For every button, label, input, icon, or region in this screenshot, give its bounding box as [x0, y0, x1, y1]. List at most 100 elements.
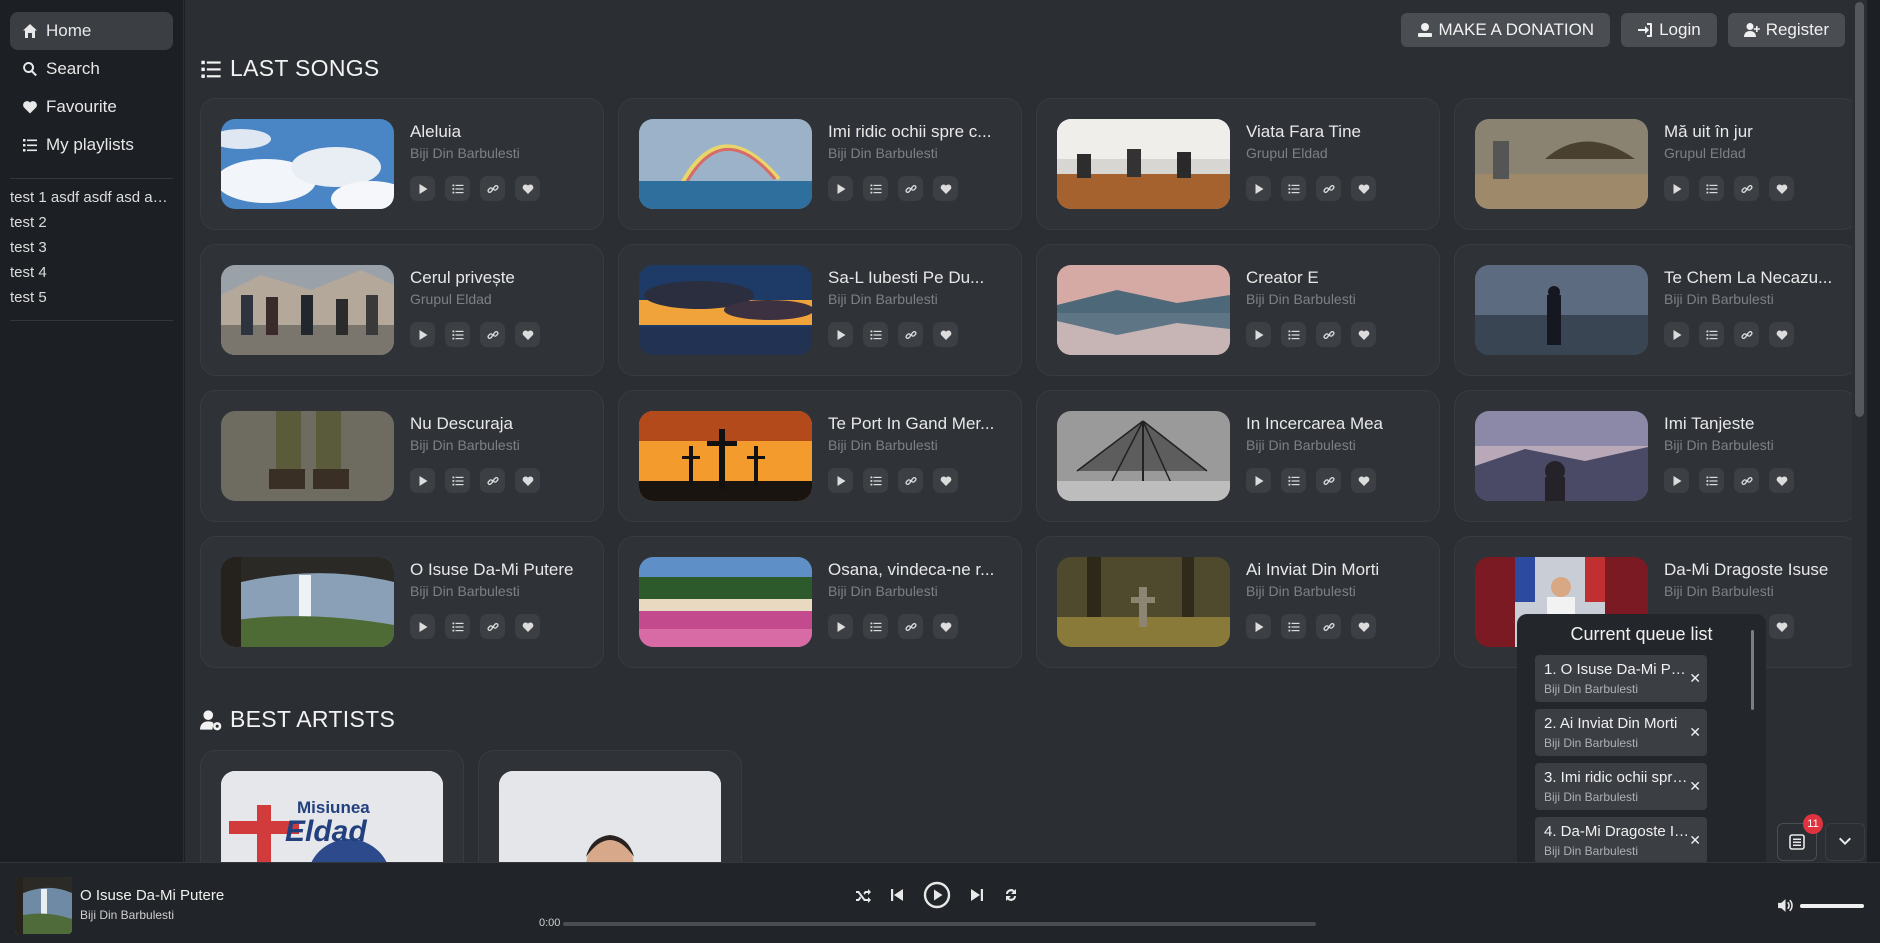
song-card[interactable]: Sa-L Iubesti Pe Du... Biji Din Barbulesti — [618, 244, 1022, 376]
song-artist[interactable]: Biji Din Barbulesti — [410, 583, 583, 599]
song-title[interactable]: Da-Mi Dragoste Isuse — [1664, 560, 1837, 580]
previous-icon[interactable] — [889, 887, 905, 903]
play-button[interactable] — [410, 614, 435, 639]
playlist-item[interactable]: test 2 — [10, 210, 173, 235]
song-thumbnail[interactable] — [1475, 119, 1648, 209]
song-thumbnail[interactable] — [1475, 411, 1648, 501]
song-thumbnail[interactable] — [221, 557, 394, 647]
queue-remove-icon[interactable]: ✕ — [1689, 778, 1701, 795]
song-title[interactable]: Cerul privește — [410, 268, 583, 288]
copy-link-button[interactable] — [1316, 322, 1341, 347]
song-artist[interactable]: Biji Din Barbulesti — [828, 583, 1001, 599]
copy-link-button[interactable] — [480, 176, 505, 201]
favourite-button[interactable] — [515, 322, 540, 347]
song-title[interactable]: Te Chem La Necazu... — [1664, 268, 1837, 288]
song-artist[interactable]: Biji Din Barbulesti — [1246, 437, 1419, 453]
add-to-playlist-button[interactable] — [863, 322, 888, 347]
copy-link-button[interactable] — [898, 468, 923, 493]
copy-link-button[interactable] — [898, 176, 923, 201]
add-to-playlist-button[interactable] — [1699, 176, 1724, 201]
favourite-button[interactable] — [1351, 468, 1376, 493]
song-artist[interactable]: Biji Din Barbulesti — [410, 437, 583, 453]
song-thumbnail[interactable] — [639, 411, 812, 501]
song-card[interactable]: Te Port In Gand Mer... Biji Din Barbulest… — [618, 390, 1022, 522]
copy-link-button[interactable] — [1734, 176, 1759, 201]
add-to-playlist-button[interactable] — [1281, 322, 1306, 347]
add-to-playlist-button[interactable] — [863, 176, 888, 201]
add-to-playlist-button[interactable] — [1699, 468, 1724, 493]
song-card[interactable]: O Isuse Da-Mi Putere Biji Din Barbulesti — [200, 536, 604, 668]
song-thumbnail[interactable] — [221, 119, 394, 209]
song-artist[interactable]: Biji Din Barbulesti — [410, 145, 583, 161]
favourite-button[interactable] — [1769, 614, 1794, 639]
copy-link-button[interactable] — [1734, 322, 1759, 347]
queue-scrollbar[interactable] — [1751, 630, 1754, 710]
volume-button[interactable] — [1777, 897, 1794, 919]
copy-link-button[interactable] — [480, 614, 505, 639]
song-artist[interactable]: Grupul Eldad — [1246, 145, 1419, 161]
song-title[interactable]: Ai Inviat Din Morti — [1246, 560, 1419, 580]
queue-remove-icon[interactable]: ✕ — [1689, 724, 1701, 741]
play-button[interactable] — [828, 468, 853, 493]
song-thumbnail[interactable] — [221, 265, 394, 355]
favourite-button[interactable] — [1351, 614, 1376, 639]
song-title[interactable]: Osana, vindeca-ne r... — [828, 560, 1001, 580]
play-button[interactable] — [828, 614, 853, 639]
song-title[interactable]: In Incercarea Mea — [1246, 414, 1419, 434]
nav-favourite[interactable]: Favourite — [10, 88, 173, 126]
queue-remove-icon[interactable]: ✕ — [1689, 670, 1701, 687]
song-thumbnail[interactable] — [1057, 411, 1230, 501]
song-artist[interactable]: Biji Din Barbulesti — [1664, 583, 1837, 599]
song-artist[interactable]: Grupul Eldad — [410, 291, 583, 307]
scrollbar-thumb[interactable] — [1855, 2, 1864, 417]
favourite-button[interactable] — [515, 614, 540, 639]
add-to-playlist-button[interactable] — [445, 322, 470, 347]
song-thumbnail[interactable] — [1057, 119, 1230, 209]
add-to-playlist-button[interactable] — [445, 176, 470, 201]
song-card[interactable]: Cerul privește Grupul Eldad — [200, 244, 604, 376]
song-card[interactable]: Imi Tanjeste Biji Din Barbulesti — [1454, 390, 1858, 522]
song-card[interactable]: Mă uit în jur Grupul Eldad — [1454, 98, 1858, 230]
copy-link-button[interactable] — [480, 322, 505, 347]
song-card[interactable]: Ai Inviat Din Morti Biji Din Barbulesti — [1036, 536, 1440, 668]
copy-link-button[interactable] — [1316, 468, 1341, 493]
queue-item[interactable]: 3. Imi ridic ochii spre c... Biji Din Ba… — [1535, 763, 1707, 810]
artist-card[interactable]: Misiunea Eldad — [200, 750, 464, 862]
song-thumbnail[interactable] — [639, 119, 812, 209]
add-to-playlist-button[interactable] — [445, 614, 470, 639]
favourite-button[interactable] — [933, 468, 958, 493]
song-title[interactable]: Nu Descuraja — [410, 414, 583, 434]
song-card[interactable]: Nu Descuraja Biji Din Barbulesti — [200, 390, 604, 522]
favourite-button[interactable] — [1351, 176, 1376, 201]
queue-item[interactable]: 2. Ai Inviat Din Morti Biji Din Barbules… — [1535, 709, 1707, 756]
song-thumbnail[interactable] — [639, 265, 812, 355]
song-artist[interactable]: Biji Din Barbulesti — [828, 145, 1001, 161]
song-title[interactable]: Mă uit în jur — [1664, 122, 1837, 142]
favourite-button[interactable] — [933, 176, 958, 201]
add-to-playlist-button[interactable] — [1281, 614, 1306, 639]
song-artist[interactable]: Biji Din Barbulesti — [1246, 291, 1419, 307]
play-button[interactable] — [1664, 176, 1689, 201]
playlist-item[interactable]: test 4 — [10, 260, 173, 285]
favourite-button[interactable] — [515, 468, 540, 493]
copy-link-button[interactable] — [1734, 468, 1759, 493]
volume-slider[interactable] — [1800, 904, 1864, 908]
song-artist[interactable]: Biji Din Barbulesti — [1664, 291, 1837, 307]
play-button[interactable] — [1246, 322, 1271, 347]
play-button[interactable] — [410, 468, 435, 493]
copy-link-button[interactable] — [1316, 614, 1341, 639]
song-artist[interactable]: Biji Din Barbulesti — [1664, 437, 1837, 453]
favourite-button[interactable] — [1769, 176, 1794, 201]
song-artist[interactable]: Grupul Eldad — [1664, 145, 1837, 161]
play-button[interactable] — [1246, 614, 1271, 639]
song-thumbnail[interactable] — [1475, 265, 1648, 355]
song-artist[interactable]: Biji Din Barbulesti — [828, 437, 1001, 453]
song-card[interactable]: Osana, vindeca-ne r... Biji Din Barbulest… — [618, 536, 1022, 668]
add-to-playlist-button[interactable] — [1699, 322, 1724, 347]
play-button[interactable] — [1664, 322, 1689, 347]
play-button[interactable] — [828, 322, 853, 347]
song-artist[interactable]: Biji Din Barbulesti — [1246, 583, 1419, 599]
copy-link-button[interactable] — [1316, 176, 1341, 201]
song-card[interactable]: Viata Fara Tine Grupul Eldad — [1036, 98, 1440, 230]
playlist-item[interactable]: test 3 — [10, 235, 173, 260]
